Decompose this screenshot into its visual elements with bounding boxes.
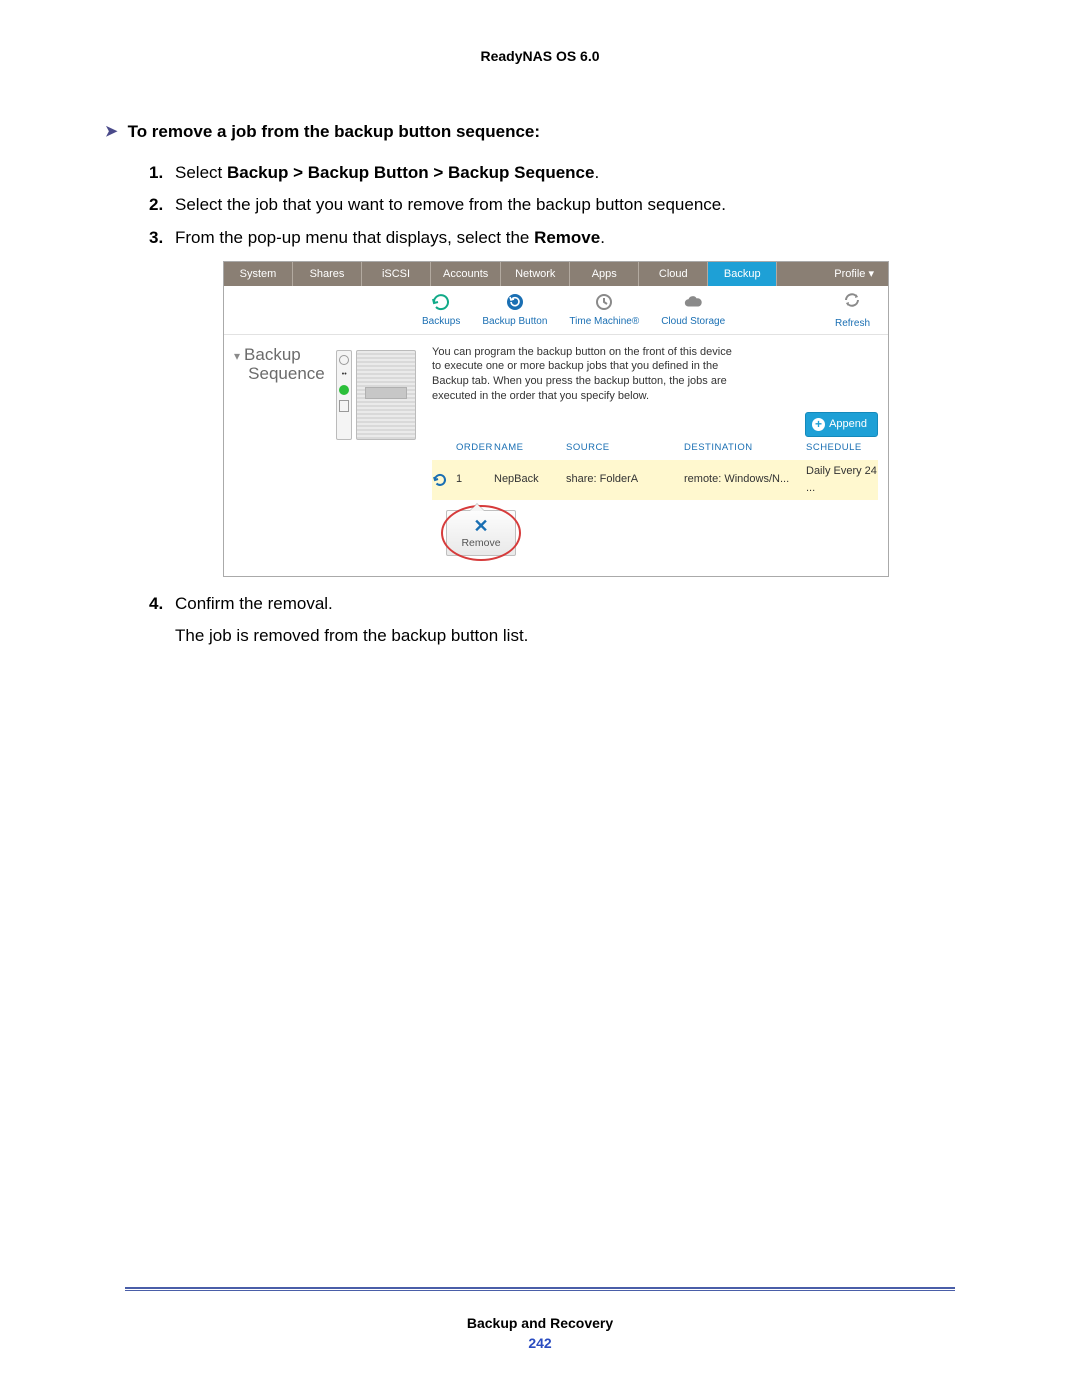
step-1: Select Backup > Backup Button > Backup S… (149, 160, 955, 186)
tab-shares[interactable]: Shares (293, 262, 362, 286)
tab-backup[interactable]: Backup (708, 262, 777, 286)
panel-description: You can program the backup button on the… (432, 345, 732, 404)
refresh-label: Refresh (835, 316, 870, 332)
step-3: From the pop-up menu that displays, sele… (149, 225, 955, 577)
row-schedule: Daily Every 24 ... (806, 463, 878, 497)
col-order: ORDER (456, 441, 494, 456)
step-4-follow: The job is removed from the backup butto… (175, 623, 955, 649)
subnav-time-machine[interactable]: Time Machine® (569, 292, 639, 330)
backup-button-icon (505, 292, 525, 312)
profile-menu[interactable]: Profile ▾ (820, 262, 888, 286)
refresh-button[interactable]: Refresh (835, 292, 870, 331)
col-source: SOURCE (566, 441, 684, 456)
subnav-backup-button[interactable]: Backup Button (482, 292, 547, 330)
triangle-bullet-icon: ➤ (105, 122, 118, 140)
tab-accounts[interactable]: Accounts (431, 262, 501, 286)
subnav-time-machine-label: Time Machine® (569, 314, 639, 330)
plus-icon: + (812, 418, 825, 431)
row-status-icon (432, 472, 456, 488)
footer-title: Backup and Recovery (125, 1315, 955, 1331)
context-menu: ✕ Remove (446, 510, 516, 556)
subnav-backups[interactable]: Backups (422, 292, 460, 330)
append-button[interactable]: + Append (805, 412, 878, 437)
section-heading-text: To remove a job from the backup button s… (128, 122, 540, 142)
grid-header: ORDER NAME SOURCE DESTINATION SCHEDULE (432, 437, 878, 460)
doc-header: ReadyNAS OS 6.0 (125, 48, 955, 64)
main-panel: You can program the backup button on the… (422, 335, 888, 577)
remove-icon: ✕ (447, 517, 515, 535)
col-schedule: SCHEDULE (806, 441, 878, 456)
col-name: NAME (494, 441, 566, 456)
subnav-backup-button-label: Backup Button (482, 314, 547, 330)
tab-apps[interactable]: Apps (570, 262, 639, 286)
tab-iscsi[interactable]: iSCSI (362, 262, 431, 286)
instruction-list: Select Backup > Backup Button > Backup S… (149, 160, 955, 650)
embedded-ui-screenshot: System Shares iSCSI Accounts Network App… (223, 261, 889, 577)
tab-system[interactable]: System (224, 262, 293, 286)
step-2: Select the job that you want to remove f… (149, 192, 955, 218)
subnav-cloud-storage[interactable]: Cloud Storage (661, 292, 725, 330)
sub-nav: Backups Backup Button Time (224, 286, 888, 335)
subnav-cloud-storage-label: Cloud Storage (661, 314, 725, 330)
top-nav: System Shares iSCSI Accounts Network App… (224, 262, 888, 286)
left-panel: ▾Backup Sequence •• (224, 335, 422, 577)
cloud-icon (683, 292, 703, 312)
row-name: NepBack (494, 471, 566, 488)
device-graphic: •• (336, 350, 416, 440)
section-heading: ➤ To remove a job from the backup button… (105, 122, 955, 142)
caret-down-icon: ▾ (234, 349, 240, 363)
grid-row[interactable]: 1 NepBack share: FolderA remote: Windows… (432, 460, 878, 500)
row-order: 1 (456, 471, 494, 488)
timemachine-icon (594, 292, 614, 312)
refresh-icon (842, 292, 862, 314)
tab-cloud[interactable]: Cloud (639, 262, 708, 286)
subnav-backups-label: Backups (422, 314, 460, 330)
tab-network[interactable]: Network (501, 262, 570, 286)
row-destination: remote: Windows/N... (684, 471, 806, 488)
remove-menu-item[interactable]: Remove (447, 535, 515, 551)
backups-icon (431, 292, 451, 312)
jobs-grid: ORDER NAME SOURCE DESTINATION SCHEDULE (432, 437, 878, 556)
col-destination: DESTINATION (684, 441, 806, 456)
append-button-label: Append (829, 416, 867, 433)
step-4: Confirm the removal. The job is removed … (149, 591, 955, 650)
page-footer: Backup and Recovery 242 (125, 1287, 955, 1351)
page-number: 242 (125, 1335, 955, 1351)
row-source: share: FolderA (566, 471, 684, 488)
